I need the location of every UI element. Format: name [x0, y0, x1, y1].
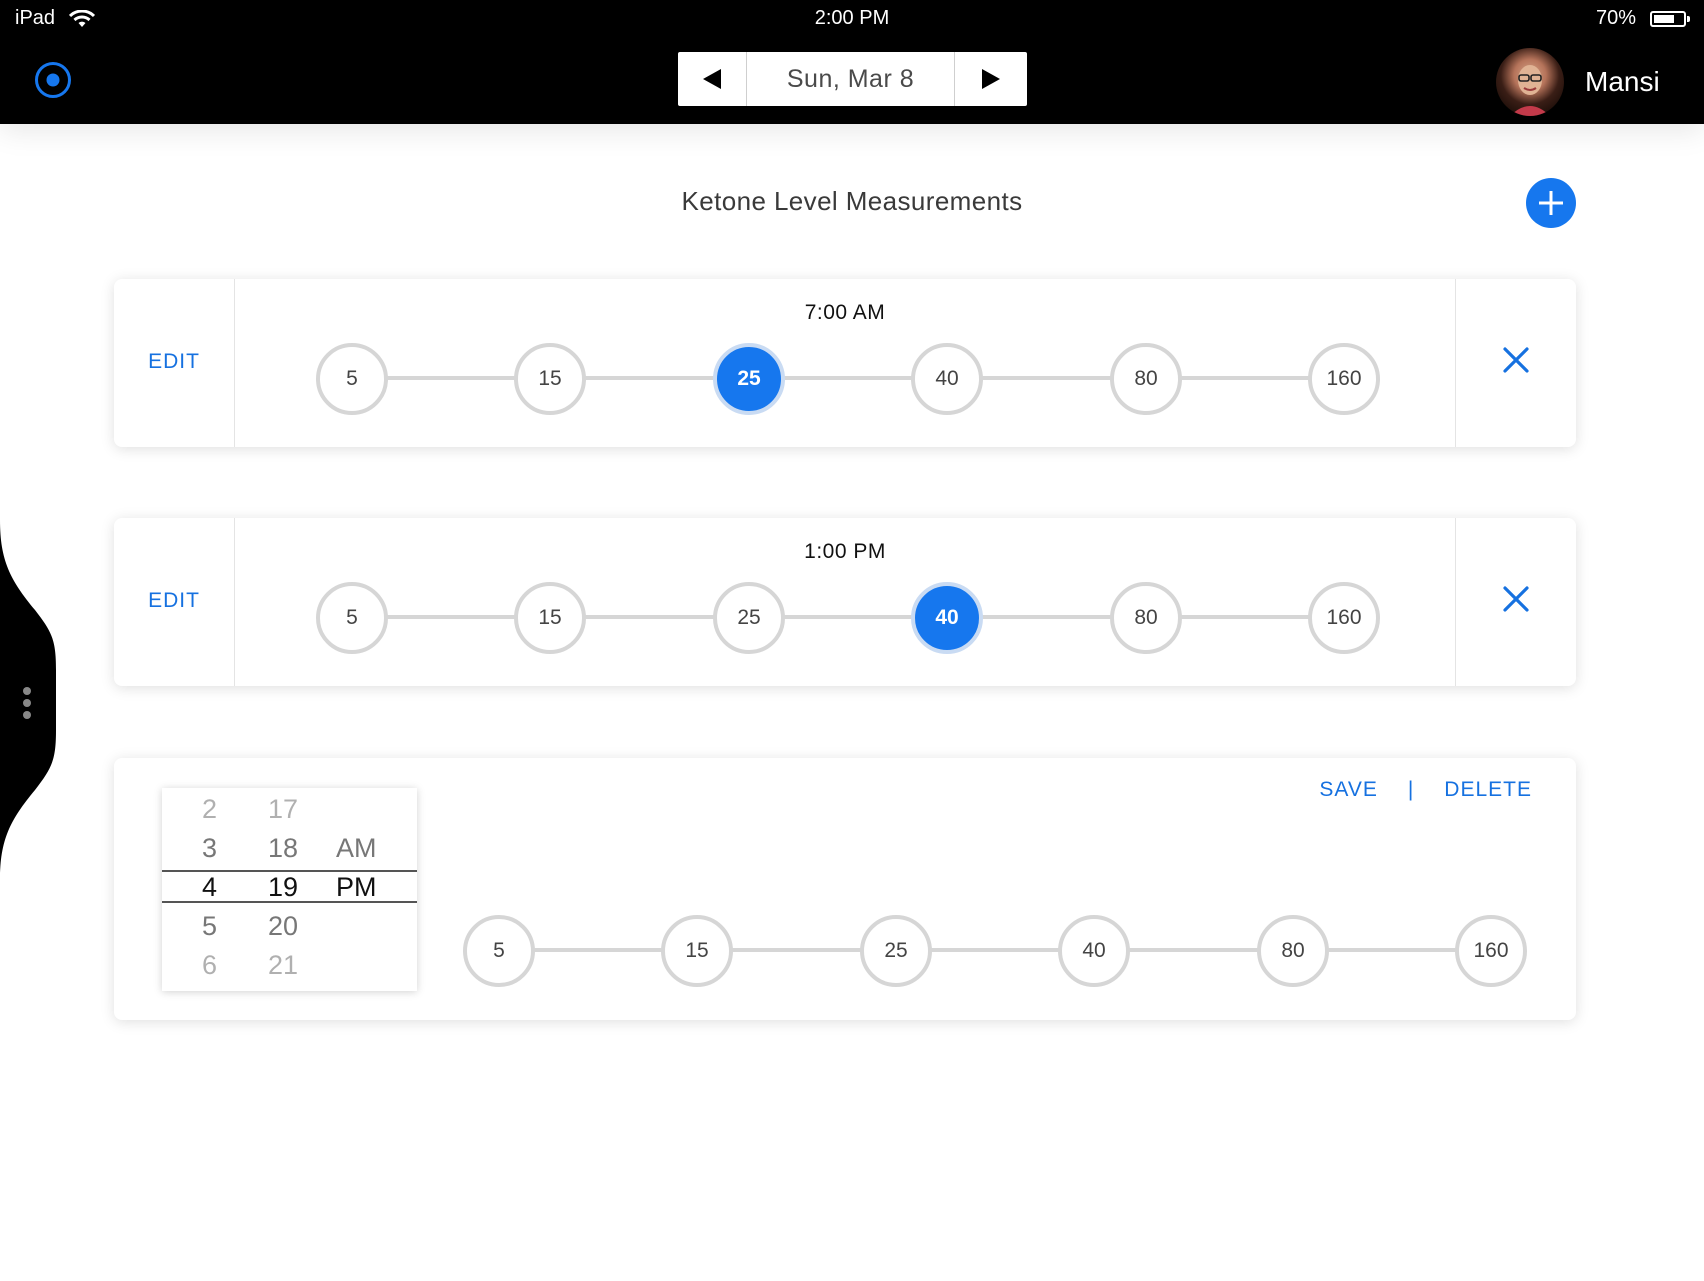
scale-option-25[interactable]: 25	[860, 915, 932, 987]
more-vertical-icon	[23, 687, 31, 719]
next-day-button[interactable]	[954, 52, 1027, 106]
status-right: 70%	[1595, 7, 1690, 30]
picker-minute-18[interactable]: 18	[268, 833, 298, 864]
edit-button[interactable]: EDIT	[148, 589, 200, 613]
status-time: 2:00 PM	[814, 7, 890, 29]
close-x-icon[interactable]	[1503, 347, 1529, 373]
user-name[interactable]: Mansi	[1585, 66, 1660, 98]
delete-button[interactable]: DELETE	[1444, 778, 1532, 802]
prev-day-button[interactable]	[678, 52, 747, 106]
top-bar: iPad 2:00 PM 70% Sun, Mar 8 Mansi	[0, 0, 1704, 124]
measurement-time: 1:00 PM	[804, 540, 886, 563]
picker-minute-20[interactable]: 20	[268, 911, 298, 942]
scale-option-5[interactable]: 5	[463, 915, 535, 987]
edit-button[interactable]: EDIT	[148, 350, 200, 374]
ketone-scale: 5 15 25 40 80 160	[463, 915, 1527, 987]
target-ring-icon[interactable]	[34, 61, 72, 99]
remove-cell	[1455, 279, 1576, 447]
picker-period-am[interactable]: AM	[336, 833, 377, 864]
new-measurement-card: 2 3 4 5 6 17 18 19 20 21 AM PM SAVE | DELETE 5 15 25 4…	[114, 758, 1576, 1020]
scale-option-5[interactable]: 5	[316, 343, 388, 415]
battery-icon	[1650, 10, 1690, 27]
triangle-left-icon	[703, 69, 721, 89]
ketone-scale: 5 15 25 40 80 160	[316, 582, 1380, 654]
picker-period-pm[interactable]: PM	[336, 872, 377, 903]
picker-minute-17[interactable]: 17	[268, 794, 298, 825]
picker-hour-2[interactable]: 2	[202, 794, 217, 825]
scale-option-15[interactable]: 15	[514, 343, 586, 415]
measurement-time: 7:00 AM	[804, 301, 886, 324]
scale-option-80[interactable]: 80	[1110, 582, 1182, 654]
side-drawer-handle[interactable]	[0, 520, 60, 880]
plus-icon	[1539, 191, 1563, 215]
save-button[interactable]: SAVE	[1319, 778, 1377, 802]
scale-track	[350, 615, 1346, 619]
picker-hour-5[interactable]: 5	[202, 911, 217, 942]
scale-track	[497, 948, 1493, 952]
scale-option-160[interactable]: 160	[1455, 915, 1527, 987]
scale-option-80[interactable]: 80	[1110, 343, 1182, 415]
avatar[interactable]	[1496, 48, 1564, 116]
scale-option-160[interactable]: 160	[1308, 582, 1380, 654]
scale-option-40[interactable]: 40	[911, 343, 983, 415]
remove-cell	[1455, 518, 1576, 686]
picker-hour-4[interactable]: 4	[202, 872, 217, 903]
measurement-card: EDIT 7:00 AM 5 15 25 40 80 160	[114, 279, 1576, 447]
current-date[interactable]: Sun, Mar 8	[747, 52, 954, 106]
scale-option-80[interactable]: 80	[1257, 915, 1329, 987]
scale-option-25[interactable]: 25	[713, 343, 785, 415]
page-title: Ketone Level Measurements	[681, 186, 1023, 216]
date-navigator: Sun, Mar 8	[678, 52, 1027, 106]
picker-hour-6[interactable]: 6	[202, 950, 217, 981]
scale-option-40[interactable]: 40	[911, 582, 983, 654]
measurement-card: EDIT 1:00 PM 5 15 25 40 80 160	[114, 518, 1576, 686]
action-separator: |	[1407, 778, 1415, 801]
close-x-icon[interactable]	[1503, 586, 1529, 612]
avatar-silhouette-icon	[1510, 65, 1550, 116]
scale-option-15[interactable]: 15	[514, 582, 586, 654]
add-measurement-button[interactable]	[1526, 178, 1576, 228]
picker-minute-21[interactable]: 21	[268, 950, 298, 981]
scale-option-40[interactable]: 40	[1058, 915, 1130, 987]
scale-option-160[interactable]: 160	[1308, 343, 1380, 415]
triangle-right-icon	[982, 69, 1000, 89]
edit-cell: EDIT	[114, 518, 235, 686]
scale-track	[350, 376, 1346, 380]
battery-fill	[1654, 14, 1674, 23]
scale-option-5[interactable]: 5	[316, 582, 388, 654]
entry-actions: SAVE | DELETE	[1319, 778, 1532, 802]
time-picker[interactable]: 2 3 4 5 6 17 18 19 20 21 AM PM	[162, 788, 417, 991]
picker-hour-3[interactable]: 3	[202, 833, 217, 864]
ketone-scale: 5 15 25 40 80 160	[316, 343, 1380, 415]
picker-minute-19[interactable]: 19	[268, 872, 298, 903]
scale-option-25[interactable]: 25	[713, 582, 785, 654]
scale-option-15[interactable]: 15	[661, 915, 733, 987]
edit-cell: EDIT	[114, 279, 235, 447]
battery-percent: 70%	[1595, 7, 1636, 29]
